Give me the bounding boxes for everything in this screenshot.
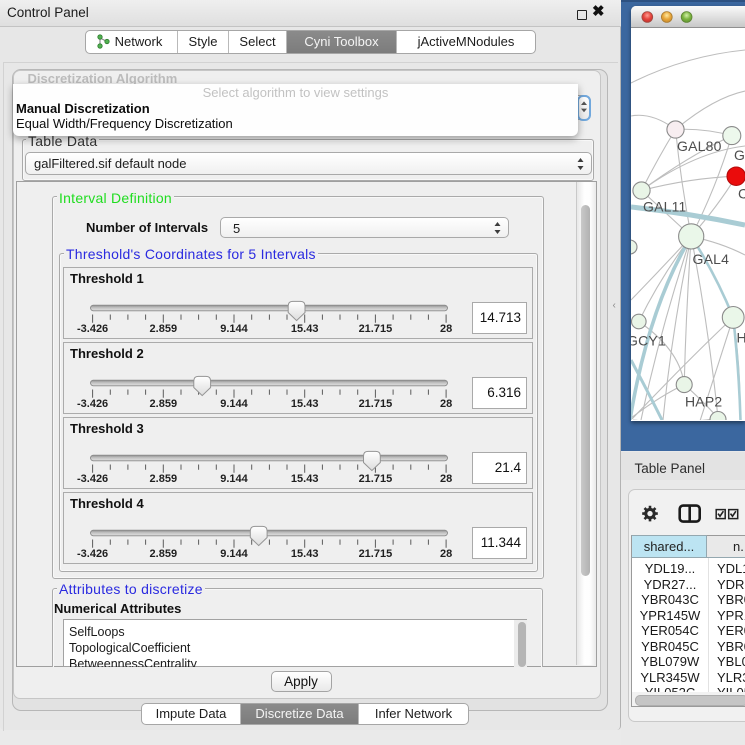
svg-text:GAL80: GAL80: [677, 138, 722, 154]
svg-text:GAL11: GAL11: [643, 199, 687, 215]
svg-text:HAP2: HAP2: [685, 394, 722, 410]
svg-text:GAL4: GAL4: [693, 251, 730, 267]
svg-text:GCY1: GCY1: [631, 333, 666, 349]
svg-text:GA: GA: [734, 147, 745, 163]
svg-text:H: H: [737, 330, 745, 346]
svg-text:C: C: [738, 186, 745, 202]
